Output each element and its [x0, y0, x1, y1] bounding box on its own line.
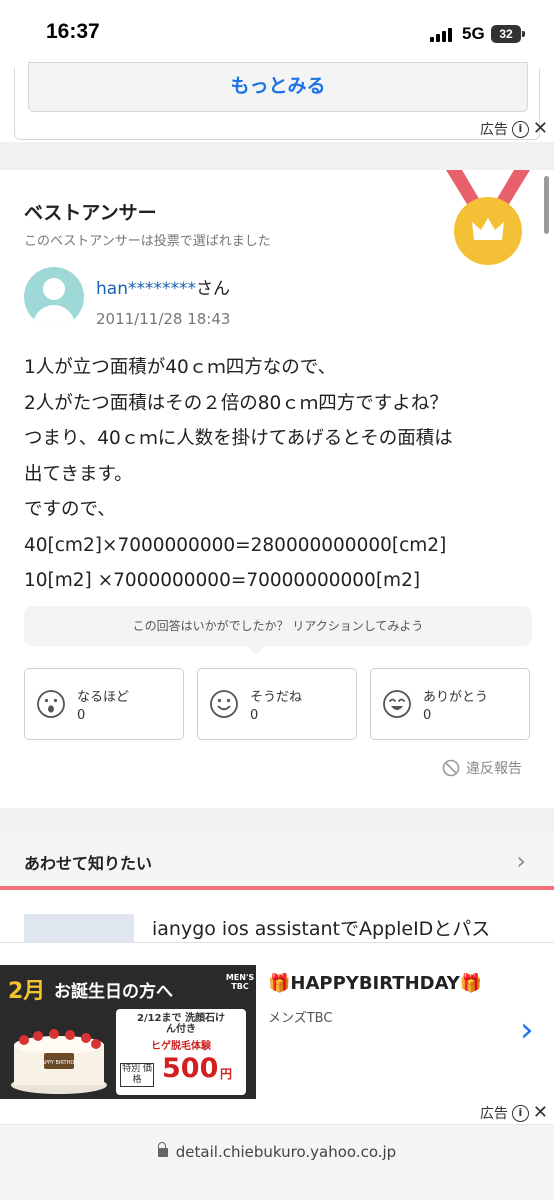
ad-close-icon[interactable]: ✕ — [533, 1104, 548, 1122]
birthday-cake-icon: HAPPY BIRTHDAY — [11, 1029, 107, 1094]
signal-icon — [430, 26, 456, 42]
reaction-button-arigatou[interactable]: ありがとう 0 — [370, 668, 530, 740]
ad-price: 500 — [162, 1053, 219, 1084]
crown-medal-icon — [446, 170, 530, 265]
related-title: あわせて知りたい — [24, 854, 153, 873]
ad-birthday-line: お誕生日の方へ — [54, 982, 173, 1002]
ad-offer-panel: 2/12まで 洗顔石けん付き ヒゲ脱毛体験 特別 価格 500 円 — [116, 1009, 246, 1095]
ad-info-icon[interactable]: i — [511, 1104, 529, 1122]
reaction-count: 0 — [77, 708, 86, 723]
ad-close-icon[interactable]: ✕ — [533, 120, 548, 138]
ad-offer: ヒゲ脱毛体験 — [151, 1041, 211, 1052]
chevron-right-icon: › — [516, 847, 526, 875]
best-answer-title: ベストアンサー — [24, 202, 157, 224]
answerer-name[interactable]: han********さん — [96, 274, 230, 299]
happy-face-icon — [383, 690, 411, 718]
ad-month: 2月 — [8, 979, 46, 1004]
best-answer-section: ベストアンサー このベストアンサーは投票で選ばれました han********さ… — [0, 170, 554, 808]
related-thumbnail — [24, 914, 134, 942]
reaction-button-naruhodo[interactable]: なるほど 0 — [24, 668, 184, 740]
ad-banner[interactable]: 2月 お誕生日の方へ MEN'S TBC HAPPY BIRTHDAY 2/12… — [0, 942, 554, 1102]
ad-info-icon[interactable]: i — [511, 120, 529, 138]
ad-label: 広告 — [479, 122, 508, 138]
answerer-id[interactable]: han******** — [96, 279, 196, 299]
ad-brand-badge: MEN'S TBC — [225, 973, 255, 991]
report-label: 違反報告 — [466, 761, 522, 777]
lock-icon — [157, 1142, 168, 1157]
related-header[interactable]: あわせて知りたい › — [0, 832, 554, 890]
ad-label: 広告 — [479, 1106, 508, 1122]
status-time: 16:37 — [46, 20, 100, 43]
reaction-label: ありがとう — [423, 690, 489, 705]
status-bar: 16:37 5G 32 — [0, 0, 554, 68]
reaction-button-soudane[interactable]: そうだね 0 — [197, 668, 357, 740]
related-item-title: ianygo ios assistantでAppleIDとパス — [152, 918, 491, 940]
cake-text: HAPPY BIRTHDAY — [38, 1060, 81, 1066]
ad-marker-top[interactable]: 広告 i ✕ — [480, 118, 548, 140]
answer-date: 2011/11/28 18:43 — [96, 310, 231, 328]
ad-advertiser: メンズTBC — [268, 1011, 333, 1026]
avatar[interactable] — [24, 267, 84, 327]
section-divider — [0, 142, 554, 170]
prohibited-icon — [442, 759, 460, 777]
chevron-right-icon[interactable]: › — [520, 1013, 534, 1047]
answerer-suffix: さん — [195, 279, 230, 299]
report-link[interactable]: 違反報告 — [442, 758, 522, 778]
section-divider — [0, 808, 554, 832]
reaction-label: なるほど — [77, 690, 130, 705]
surprised-face-icon — [37, 690, 65, 718]
battery-icon: 32 — [491, 25, 521, 43]
ad-price-unit: 円 — [220, 1067, 233, 1081]
reaction-prompt: この回答はいかがでしたか？ リアクションしてみよう — [24, 606, 532, 646]
url-display[interactable]: detail.chiebukuro.yahoo.co.jp — [0, 1142, 554, 1161]
best-answer-subtitle: このベストアンサーは投票で選ばれました — [24, 234, 271, 249]
url-bar[interactable]: detail.chiebukuro.yahoo.co.jp — [0, 1124, 554, 1200]
ad-marker-bottom[interactable]: 広告 i ✕ — [480, 1102, 548, 1124]
reaction-count: 0 — [423, 708, 432, 723]
more-button[interactable]: もっとみる — [28, 62, 528, 112]
ad-image[interactable]: 2月 お誕生日の方へ MEN'S TBC HAPPY BIRTHDAY 2/12… — [0, 965, 256, 1099]
network-type: 5G — [462, 24, 485, 43]
reaction-label: そうだね — [250, 690, 303, 705]
ad-price-label: 特別 価格 — [120, 1063, 154, 1087]
ad-headline[interactable]: 🎁HAPPYBIRTHDAY🎁 — [268, 973, 482, 994]
url-text: detail.chiebukuro.yahoo.co.jp — [175, 1143, 397, 1161]
scrollbar-thumb[interactable] — [544, 176, 549, 234]
ad-date-line: 2/12まで 洗顔石けん付き — [136, 1013, 225, 1035]
battery-tip — [522, 31, 525, 37]
related-item[interactable]: ianygo ios assistantでAppleIDとパス — [0, 894, 554, 942]
answer-body: 1人が立つ面積が40ｃｍ四方なので、 2人がたつ面積はその２倍の80ｃｍ四方です… — [24, 357, 453, 591]
smile-face-icon — [210, 690, 238, 718]
reaction-count: 0 — [250, 708, 259, 723]
reaction-prompt-tail — [247, 646, 265, 655]
